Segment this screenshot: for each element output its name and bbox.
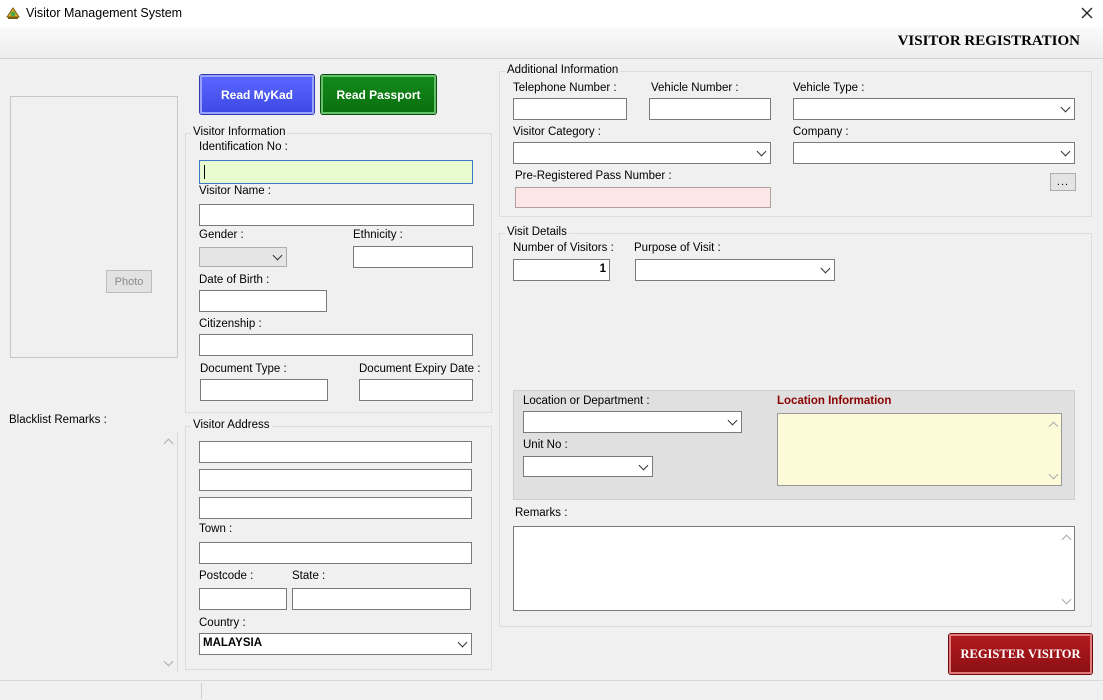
chevron-down-icon: [820, 263, 831, 274]
pre-registered-label: Pre-Registered Pass Number :: [515, 170, 672, 182]
visit-details-title: Visit Details: [505, 226, 569, 238]
register-visitor-button[interactable]: REGISTER VISITOR: [949, 634, 1092, 674]
visitor-category-select[interactable]: [513, 142, 771, 164]
num-visitors-label: Number of Visitors :: [513, 242, 614, 254]
state-input[interactable]: [292, 588, 471, 610]
photo-panel: Photo: [10, 96, 178, 358]
scroll-up-icon[interactable]: [1061, 534, 1072, 545]
gender-label: Gender :: [199, 229, 244, 241]
header-band: VISITOR REGISTRATION: [0, 27, 1103, 59]
status-bar: [0, 680, 1103, 700]
citizenship-label: Citizenship :: [199, 318, 262, 330]
scroll-down-icon[interactable]: [1061, 594, 1072, 605]
visitor-name-input[interactable]: [199, 204, 474, 226]
remarks-textarea[interactable]: [513, 526, 1075, 611]
scroll-down-icon[interactable]: [163, 656, 174, 667]
browse-button[interactable]: ...: [1050, 173, 1076, 191]
gender-select[interactable]: [199, 247, 287, 267]
location-dept-label: Location or Department :: [523, 395, 650, 407]
blacklist-label: Blacklist Remarks :: [9, 414, 107, 426]
company-select[interactable]: [793, 142, 1075, 164]
document-type-label: Document Type :: [200, 363, 287, 375]
visitor-info-title: Visitor Information: [191, 126, 288, 138]
vehicle-number-input[interactable]: [649, 98, 771, 120]
blacklist-remarks-area[interactable]: [10, 432, 178, 672]
scroll-up-icon[interactable]: [1048, 421, 1059, 432]
app-icon: [5, 5, 21, 21]
vehicle-type-label: Vehicle Type :: [793, 82, 865, 94]
num-visitors-input[interactable]: 1: [513, 259, 610, 281]
ethnicity-label: Ethnicity :: [353, 229, 403, 241]
chevron-down-icon: [727, 415, 738, 426]
dob-input[interactable]: [199, 290, 327, 312]
identification-label: Identification No :: [199, 141, 288, 153]
remarks-label: Remarks :: [515, 507, 568, 519]
purpose-label: Purpose of Visit :: [634, 242, 721, 254]
chevron-down-icon: [1060, 146, 1071, 157]
scroll-down-icon[interactable]: [1048, 469, 1059, 480]
postcode-input[interactable]: [199, 588, 287, 610]
read-mykad-button[interactable]: Read MyKad: [200, 75, 314, 114]
identification-input[interactable]: [199, 160, 473, 184]
chevron-down-icon: [272, 250, 283, 261]
status-divider: [201, 683, 202, 699]
citizenship-input[interactable]: [199, 334, 473, 356]
read-passport-button[interactable]: Read Passport: [321, 75, 436, 114]
ethnicity-input[interactable]: [353, 246, 473, 268]
country-label: Country :: [199, 617, 246, 629]
num-visitors-value: 1: [599, 263, 606, 275]
title-bar: Visitor Management System: [0, 0, 1103, 27]
address-line1-input[interactable]: [199, 441, 472, 463]
window-title: Visitor Management System: [26, 6, 183, 20]
visitor-address-title: Visitor Address: [191, 419, 272, 431]
dob-label: Date of Birth :: [199, 274, 270, 286]
chevron-down-icon: [756, 146, 767, 157]
visitor-category-label: Visitor Category :: [513, 126, 601, 138]
location-info-title: Location Information: [777, 395, 892, 407]
text-cursor: [204, 165, 205, 179]
country-value: MALAYSIA: [203, 637, 262, 649]
chevron-down-icon: [1060, 102, 1071, 113]
unit-no-label: Unit No :: [523, 439, 568, 451]
address-line3-input[interactable]: [199, 497, 472, 519]
vehicle-number-label: Vehicle Number :: [651, 82, 739, 94]
company-label: Company :: [793, 126, 849, 138]
postcode-label: Postcode :: [199, 570, 254, 582]
pre-registered-input[interactable]: [515, 187, 771, 208]
photo-button[interactable]: Photo: [106, 270, 152, 293]
telephone-input[interactable]: [513, 98, 627, 120]
visitor-name-label: Visitor Name :: [199, 185, 272, 197]
unit-no-select[interactable]: [523, 456, 653, 477]
document-type-input[interactable]: [200, 379, 328, 401]
additional-info-title: Additional Information: [505, 64, 621, 76]
purpose-select[interactable]: [635, 259, 835, 281]
document-expiry-label: Document Expiry Date :: [359, 363, 481, 375]
chevron-down-icon: [457, 637, 468, 648]
location-info-box[interactable]: [777, 413, 1062, 486]
state-label: State :: [292, 570, 326, 582]
telephone-label: Telephone Number :: [513, 82, 617, 94]
town-input[interactable]: [199, 542, 472, 564]
location-dept-select[interactable]: [523, 411, 742, 433]
town-label: Town :: [199, 523, 233, 535]
vehicle-type-select[interactable]: [793, 98, 1075, 120]
document-expiry-input[interactable]: [359, 379, 473, 401]
scroll-up-icon[interactable]: [163, 438, 174, 449]
address-line2-input[interactable]: [199, 469, 472, 491]
chevron-down-icon: [638, 460, 649, 470]
country-select[interactable]: MALAYSIA: [199, 633, 472, 655]
close-icon[interactable]: [1078, 4, 1096, 22]
page-title: VISITOR REGISTRATION: [897, 33, 1080, 49]
